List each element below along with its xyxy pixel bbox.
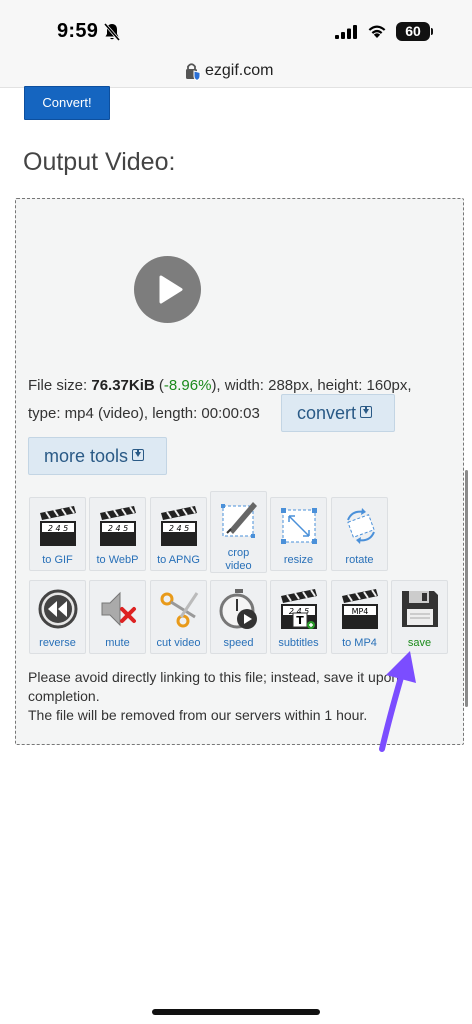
tool-label: rotate [345, 554, 374, 566]
dropdown-arrow-icon [360, 406, 373, 418]
bell-muted-icon [103, 23, 121, 41]
privacy-lock-icon [186, 63, 201, 81]
file-size-change: -8.96% [163, 377, 212, 394]
tool-to-apng[interactable]: 2 4 5 to APNG [150, 497, 207, 571]
output-video-heading: Output Video: [23, 148, 176, 176]
convert-submit-button[interactable]: Convert! [24, 86, 110, 120]
clapperboard-245-icon: 2 4 5 [100, 506, 136, 546]
file-size-label: File size: [28, 377, 92, 394]
tool-label: subtitles [278, 637, 319, 649]
tool-save[interactable]: save [391, 580, 448, 654]
resize-icon [281, 508, 317, 544]
dropdown-arrow-icon [132, 449, 145, 461]
clapperboard-245-icon: 2 4 5 [40, 506, 76, 546]
cellular-signal-icon [335, 25, 357, 39]
convert-menu-label: convert [297, 403, 357, 423]
floppy-disk-icon [402, 591, 438, 627]
video-play-button[interactable] [134, 256, 201, 323]
tool-label: reverse [39, 637, 76, 649]
address-bar[interactable]: ezgif.com [0, 58, 472, 88]
crop-icon [221, 502, 257, 538]
svg-text:2 4 5: 2 4 5 [169, 524, 189, 533]
file-info-rest-2: type: mp4 (video), length: 00:00:03 [28, 405, 260, 422]
clock: 9:59 [57, 20, 99, 42]
home-indicator[interactable] [152, 1009, 320, 1015]
tool-rotate[interactable]: rotate [331, 497, 388, 571]
tool-to-mp4[interactable]: MP4 to MP4 [331, 580, 388, 654]
tool-label: cut video [156, 637, 201, 649]
clapperboard-245-icon: 2 4 5 [161, 506, 197, 546]
tool-label: speed [223, 637, 254, 649]
tool-label: crop video [225, 547, 252, 572]
rewind-icon [38, 589, 78, 629]
tool-speed[interactable]: speed [210, 580, 267, 654]
wifi-icon [368, 25, 386, 38]
paren-open: ( [154, 377, 164, 394]
tool-mute[interactable]: mute [89, 580, 146, 654]
subtitles-icon: 2 4 5 T [281, 589, 317, 629]
rotate-icon [347, 508, 375, 544]
stopwatch-icon [219, 589, 257, 629]
mute-icon [101, 591, 136, 627]
tool-label: mute [105, 637, 130, 649]
svg-text:2 4 5: 2 4 5 [48, 524, 68, 533]
convert-menu-button[interactable]: convert [281, 394, 395, 432]
svg-text:2 4 5: 2 4 5 [108, 524, 128, 533]
scissors-icon [160, 592, 199, 628]
tool-cut-video[interactable]: cut video [150, 580, 207, 654]
battery-tip [431, 28, 433, 35]
annotation-arrow-icon [379, 651, 416, 752]
tool-label: resize [283, 554, 314, 566]
play-icon [159, 275, 183, 304]
tool-resize[interactable]: resize [270, 497, 327, 571]
tool-to-webp[interactable]: 2 4 5 to WebP [89, 497, 146, 571]
tool-label: to APNG [157, 554, 200, 566]
tool-subtitles[interactable]: 2 4 5 T subtitles [270, 580, 327, 654]
clapperboard-mp4-icon: MP4 [342, 589, 378, 629]
status-bar: 9:59 60 [0, 0, 472, 58]
file-info-rest-1: ), width: 288px, height: 160px, [211, 377, 412, 394]
tool-crop-video[interactable]: crop video [210, 491, 267, 573]
url-text: ezgif.com [205, 62, 274, 79]
more-tools-label: more tools [44, 446, 129, 466]
file-size-value: 76.37KiB [91, 377, 155, 394]
battery-indicator: 60 [396, 22, 430, 41]
tool-to-gif[interactable]: 2 4 5 to GIF [29, 497, 86, 571]
tool-label: to GIF [42, 554, 73, 566]
tool-reverse[interactable]: reverse [29, 580, 86, 654]
more-tools-button[interactable]: more tools [28, 437, 167, 475]
tool-label: to WebP [96, 554, 139, 566]
page-scrollbar[interactable] [465, 470, 468, 707]
svg-text:MP4: MP4 [352, 607, 369, 616]
svg-text:T: T [296, 614, 304, 627]
